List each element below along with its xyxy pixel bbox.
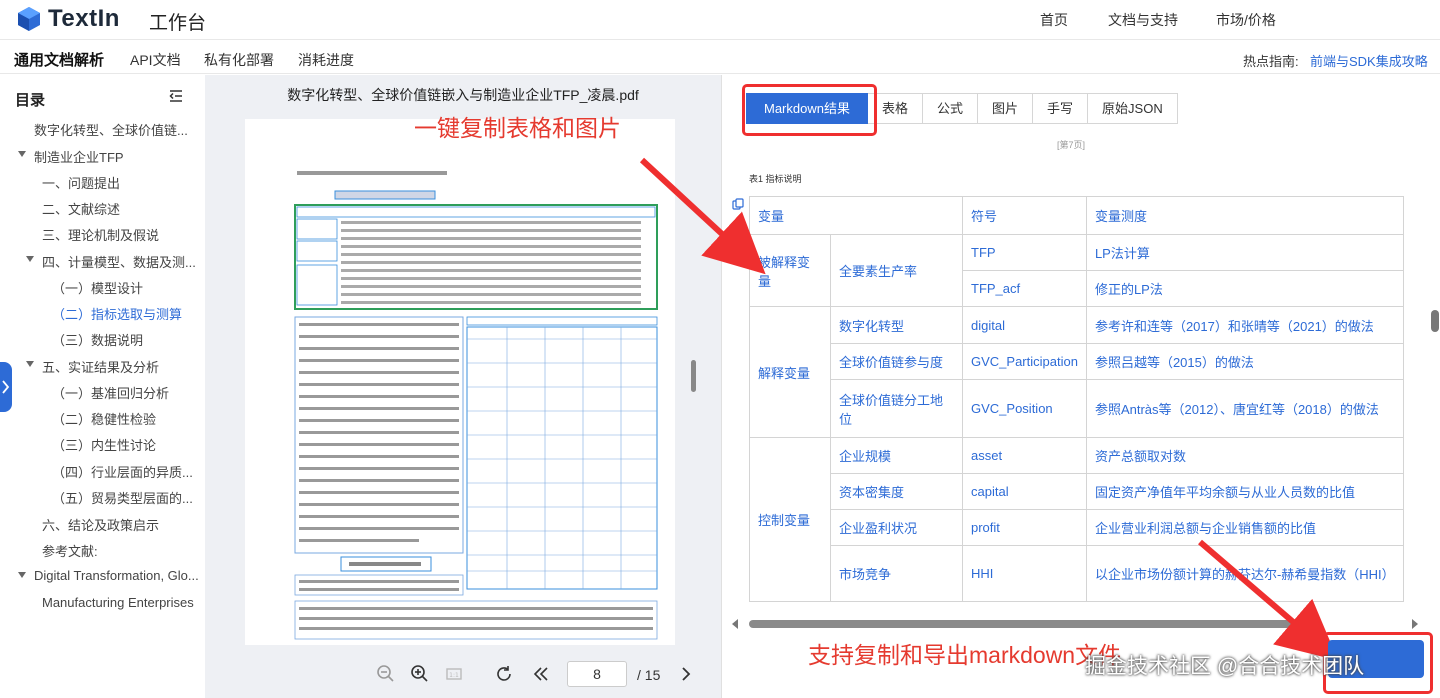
watermark: 掘金技术社区 @合合技术团队 xyxy=(1085,655,1365,678)
arrow-to-table xyxy=(639,157,766,275)
annotation-export-markdown: 支持复制和导出markdown文件 xyxy=(808,642,1122,668)
annotation-arrows xyxy=(639,157,1339,661)
arrow-to-export xyxy=(1198,539,1339,661)
annotation-copy-table: 一键复制表格和图片 xyxy=(414,115,621,141)
